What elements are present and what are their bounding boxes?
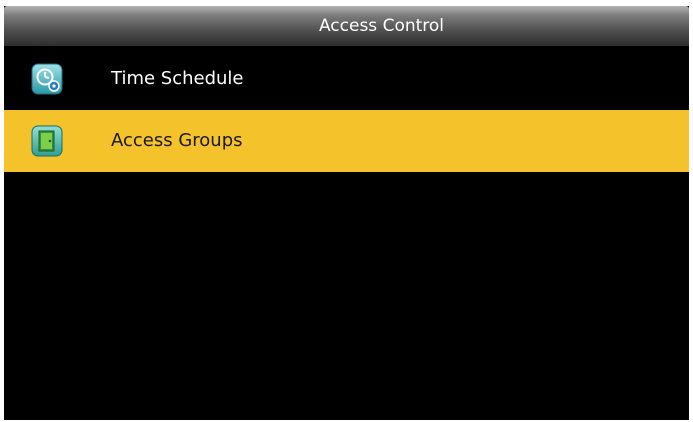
page-title: Access Control — [318, 16, 445, 36]
menu-item-time-schedule[interactable]: Time Schedule — [4, 48, 689, 110]
clock-schedule-icon — [31, 63, 63, 95]
access-control-menu: Time Schedule Access Groups — [4, 48, 689, 172]
title-bar: Access Control — [4, 6, 689, 46]
menu-item-label: Time Schedule — [111, 68, 244, 89]
door-group-icon — [31, 125, 63, 157]
menu-item-label: Access Groups — [111, 130, 243, 151]
device-screen: Access Control Time Schedule Access Grou… — [4, 6, 689, 420]
menu-item-access-groups[interactable]: Access Groups — [4, 110, 689, 172]
